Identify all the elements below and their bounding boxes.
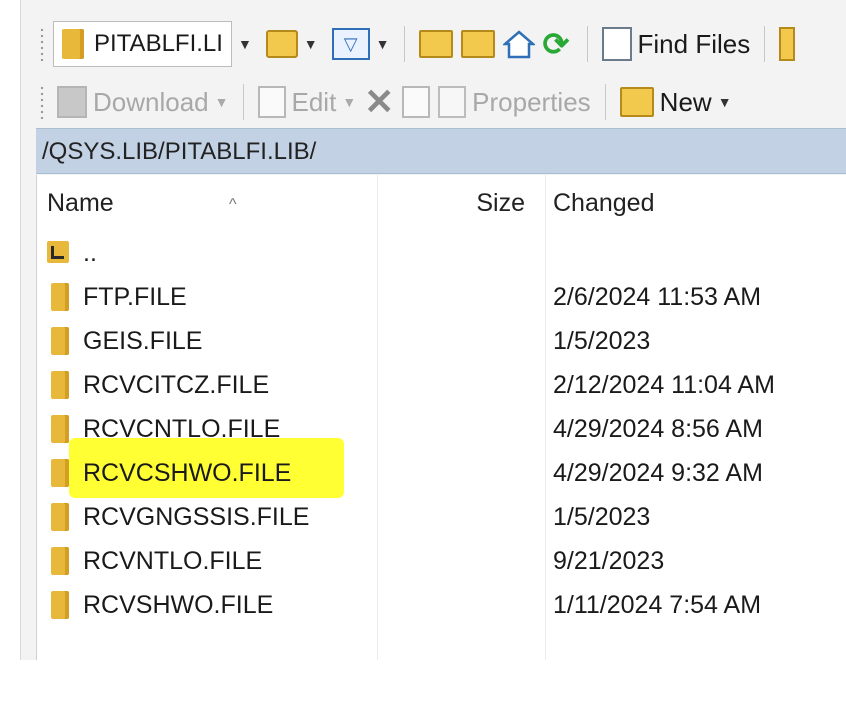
- file-changed: 4/29/2024 8:56 AM: [553, 415, 763, 443]
- parent-directory-button[interactable]: [415, 22, 457, 66]
- root-folder-icon: [460, 30, 495, 58]
- edit-label: Edit: [291, 86, 337, 117]
- table-row-highlighted[interactable]: RCVCSHWO.FILE 4/29/2024 9:32 AM: [37, 451, 846, 495]
- toolbar-grip[interactable]: [39, 27, 45, 61]
- file-name: RCVCITCZ.FILE: [83, 371, 270, 399]
- toolbar-separator: [242, 84, 244, 120]
- file-changed: 4/29/2024 9:32 AM: [553, 459, 763, 487]
- navigation-toolbar: PITABLFI.LI ▼ ▼ ▽ ▼ ⟳ Find Files: [21, 16, 846, 72]
- properties-icon: [438, 86, 467, 118]
- column-header-size[interactable]: Size: [383, 175, 533, 231]
- chevron-down-icon: ▼: [303, 36, 318, 52]
- folder-icon: [62, 29, 84, 59]
- download-button[interactable]: Download ▼: [53, 80, 233, 124]
- rename-button[interactable]: [398, 80, 434, 124]
- chevron-down-icon: ▼: [717, 94, 732, 110]
- chevron-down-icon: ▼: [214, 94, 229, 110]
- home-icon: [502, 30, 535, 59]
- new-label: New: [659, 86, 712, 117]
- folder-icon: [51, 547, 69, 575]
- download-label: Download: [93, 86, 209, 117]
- find-files-button[interactable]: Find Files: [598, 22, 755, 66]
- find-files-label: Find Files: [637, 28, 751, 59]
- edit-button[interactable]: Edit ▼: [254, 80, 361, 124]
- open-folder-icon: [265, 30, 298, 58]
- table-row[interactable]: RCVNTLO.FILE 9/21/2023: [37, 539, 846, 583]
- filter-icon: ▽: [331, 28, 370, 60]
- new-button[interactable]: New ▼: [616, 80, 736, 124]
- new-folder-icon: [619, 87, 654, 117]
- delete-icon: ✕: [364, 81, 395, 122]
- properties-button[interactable]: Properties: [434, 80, 595, 124]
- toolbar-separator: [586, 26, 588, 62]
- table-row[interactable]: RCVCITCZ.FILE 2/12/2024 11:04 AM: [37, 363, 846, 407]
- file-name: RCVSHWO.FILE: [83, 591, 274, 619]
- location-combo[interactable]: PITABLFI.LI: [53, 21, 232, 67]
- file-changed: 2/12/2024 11:04 AM: [553, 371, 775, 399]
- file-name: FTP.FILE: [83, 283, 187, 311]
- parent-directory-row[interactable]: ..: [37, 231, 846, 275]
- refresh-button[interactable]: ⟳: [539, 22, 577, 66]
- table-row[interactable]: RCVCNTLO.FILE 4/29/2024 8:56 AM: [37, 407, 846, 451]
- file-actions-toolbar: Download ▼ Edit ▼ ✕ Properties New ▼: [21, 74, 846, 130]
- toolbar-separator: [403, 26, 405, 62]
- file-changed: 1/5/2023: [553, 327, 651, 355]
- open-folder-button[interactable]: ▼: [262, 22, 322, 66]
- toolbar-separator: [604, 84, 606, 120]
- location-dropdown-icon[interactable]: ▼: [238, 36, 252, 52]
- file-name: GEIS.FILE: [83, 327, 203, 355]
- file-name: RCVCNTLO.FILE: [83, 415, 281, 443]
- chevron-down-icon: ▼: [342, 94, 357, 110]
- toolbar-grip[interactable]: [39, 85, 45, 119]
- folder-icon: [779, 27, 796, 61]
- file-changed: 2/6/2024 11:53 AM: [553, 283, 762, 311]
- folder-icon: [51, 459, 69, 487]
- toolbar-separator: [764, 26, 766, 62]
- delete-button[interactable]: ✕: [360, 80, 398, 124]
- parent-folder-icon: [418, 30, 453, 58]
- folder-icon: [51, 591, 69, 619]
- folder-icon: [51, 371, 69, 399]
- file-list[interactable]: Name ^ Size Changed .. FTP.FILE 2/6/2024…: [36, 175, 846, 660]
- file-changed: 1/5/2023: [553, 503, 651, 531]
- table-row[interactable]: FTP.FILE 2/6/2024 11:53 AM: [37, 275, 846, 319]
- file-name: RCVNTLO.FILE: [83, 547, 263, 575]
- folder-icon: [51, 503, 69, 531]
- find-files-icon: [601, 27, 632, 61]
- folder-icon: [51, 283, 69, 311]
- location-combo-value: PITABLFI.LI: [94, 30, 223, 57]
- path-bar[interactable]: /QSYS.LIB/PITABLFI.LIB/: [36, 128, 846, 174]
- properties-label: Properties: [472, 86, 591, 117]
- file-changed: 1/11/2024 7:54 AM: [553, 591, 762, 619]
- file-name: RCVGNGSSIS.FILE: [83, 503, 310, 531]
- more-toolbar-button[interactable]: [775, 22, 799, 66]
- chevron-down-icon: ▼: [375, 36, 390, 52]
- filter-button[interactable]: ▽ ▼: [328, 22, 394, 66]
- table-row[interactable]: GEIS.FILE 1/5/2023: [37, 319, 846, 363]
- sort-ascending-icon: ^: [229, 196, 237, 213]
- download-icon: [57, 86, 87, 118]
- file-name: ..: [83, 239, 97, 267]
- table-row[interactable]: RCVSHWO.FILE 1/11/2024 7:54 AM: [37, 583, 846, 627]
- folder-icon: [51, 415, 69, 443]
- folder-icon: [51, 327, 69, 355]
- root-directory-button[interactable]: [457, 22, 499, 66]
- edit-icon: [257, 86, 286, 118]
- home-button[interactable]: [499, 22, 539, 66]
- refresh-icon: ⟳: [542, 26, 570, 62]
- file-changed: 9/21/2023: [553, 547, 665, 575]
- file-manager-window: PITABLFI.LI ▼ ▼ ▽ ▼ ⟳ Find Files Downloa…: [20, 0, 846, 660]
- file-name: RCVCSHWO.FILE: [83, 459, 292, 487]
- rename-icon: [402, 86, 431, 118]
- table-row[interactable]: RCVGNGSSIS.FILE 1/5/2023: [37, 495, 846, 539]
- parent-folder-icon: [47, 241, 69, 263]
- column-header-name[interactable]: Name ^: [47, 175, 377, 231]
- column-header-name-label: Name: [47, 189, 114, 217]
- column-header-changed[interactable]: Changed: [553, 175, 843, 231]
